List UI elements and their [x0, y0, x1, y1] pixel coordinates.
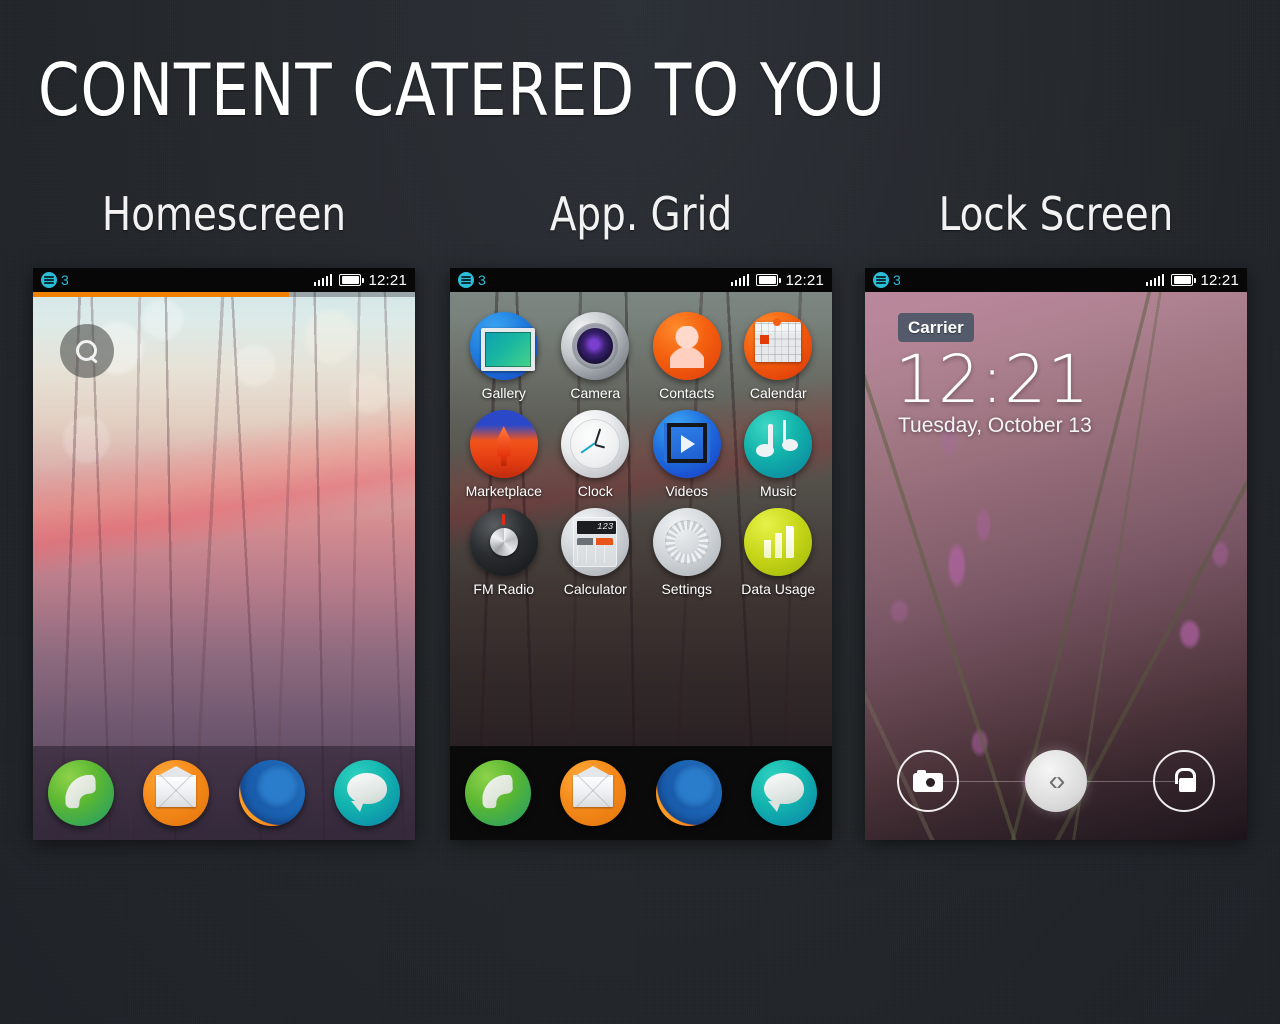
camera-icon — [561, 312, 630, 380]
section-captions: Homescreen App. Grid Lock Screen — [0, 186, 1280, 244]
search-icon — [74, 338, 100, 364]
signal-bars-icon — [313, 274, 333, 286]
app-item-gallery[interactable]: Gallery — [458, 312, 550, 401]
calculator-icon — [561, 508, 630, 576]
page-progress-bar — [33, 292, 415, 297]
status-bar-homescreen: 3 12:21 — [33, 268, 415, 292]
dock-email-icon[interactable] — [143, 760, 210, 826]
app-label: Settings — [661, 581, 713, 597]
app-label: Gallery — [481, 385, 526, 401]
notifications-badge-icon — [873, 272, 889, 288]
app-item-calculator[interactable]: Calculator — [550, 508, 642, 597]
app-item-settings[interactable]: Settings — [641, 508, 733, 597]
dock-phone-icon[interactable] — [47, 760, 114, 826]
page-title: CONTENT CATERED TO YOU — [38, 48, 886, 132]
lock-screen-time: 12:21 — [895, 341, 1091, 418]
carrier-badge: Carrier — [898, 313, 974, 342]
status-right: 12:21 — [1145, 271, 1239, 289]
app-label: Contacts — [659, 385, 715, 401]
settings-icon — [652, 508, 721, 576]
app-label: Data Usage — [741, 581, 816, 597]
app-grid: Gallery Camera Contacts Calendar Marketp… — [450, 302, 832, 597]
notifications-badge-icon — [41, 272, 57, 288]
status-left: 3 — [458, 272, 486, 288]
app-item-calendar[interactable]: Calendar — [733, 312, 825, 401]
app-item-marketplace[interactable]: Marketplace — [458, 410, 550, 499]
phone-lock-screen: 3 12:21 Carrier 12:21 Tuesday, October 1… — [865, 268, 1247, 840]
status-clock: 12:21 — [785, 271, 824, 289]
notification-count: 3 — [61, 272, 69, 288]
status-bar-lock-screen: 3 12:21 — [865, 268, 1247, 292]
app-label: FM Radio — [473, 581, 535, 597]
dock-email-icon[interactable] — [560, 760, 627, 826]
unlock-button[interactable] — [1153, 750, 1215, 812]
app-label: Marketplace — [465, 483, 542, 499]
caption-app-grid: App. Grid — [549, 187, 733, 241]
app-label: Videos — [665, 483, 709, 499]
app-item-contacts[interactable]: Contacts — [641, 312, 733, 401]
data-usage-icon — [744, 508, 813, 576]
clock-icon — [561, 410, 630, 478]
lock-screen-actions: ‹› — [865, 750, 1247, 812]
status-right: 12:21 — [313, 271, 407, 289]
contacts-icon — [652, 312, 721, 380]
app-item-data-usage[interactable]: Data Usage — [733, 508, 825, 597]
unlock-slider-handle[interactable]: ‹› — [1025, 750, 1087, 812]
padlock-unlocked-icon — [1171, 768, 1197, 794]
phone-homescreen: 3 12:21 — [33, 268, 415, 840]
battery-full-icon — [1171, 274, 1197, 286]
unlock-arrows-icon: ‹› — [1048, 765, 1066, 796]
status-left: 3 — [41, 272, 69, 288]
lock-screen-date: Tuesday, October 13 — [898, 414, 1092, 437]
signal-bars-icon — [730, 274, 750, 286]
app-label: Calculator — [563, 581, 627, 597]
status-right: 12:21 — [730, 271, 824, 289]
status-clock: 12:21 — [368, 271, 407, 289]
status-clock: 12:21 — [1200, 271, 1239, 289]
marketplace-icon — [469, 410, 538, 478]
dock-browser-icon[interactable] — [238, 760, 305, 826]
fm-radio-icon — [469, 508, 538, 576]
caption-lock-screen: Lock Screen — [938, 187, 1174, 241]
gallery-icon — [469, 312, 538, 380]
videos-icon — [652, 410, 721, 478]
app-label: Music — [759, 483, 797, 499]
status-bar-app-grid: 3 12:21 — [450, 268, 832, 292]
notification-count: 3 — [893, 272, 901, 288]
status-left: 3 — [873, 272, 901, 288]
search-button[interactable] — [60, 324, 114, 378]
app-item-music[interactable]: Music — [733, 410, 825, 499]
app-item-camera[interactable]: Camera — [550, 312, 642, 401]
music-icon — [744, 410, 813, 478]
phone-app-grid: 3 12:21 Gallery Camera Contacts Calendar… — [450, 268, 832, 840]
notifications-badge-icon — [458, 272, 474, 288]
app-item-clock[interactable]: Clock — [550, 410, 642, 499]
notification-count: 3 — [478, 272, 486, 288]
dock-browser-icon[interactable] — [655, 760, 722, 826]
signal-bars-icon — [1145, 274, 1165, 286]
dock-phone-icon[interactable] — [464, 760, 531, 826]
camera-icon — [913, 770, 943, 792]
dock-messages-icon[interactable] — [751, 760, 818, 826]
camera-shortcut-button[interactable] — [897, 750, 959, 812]
caption-homescreen: Homescreen — [101, 187, 347, 241]
app-label: Calendar — [749, 385, 807, 401]
dock-messages-icon[interactable] — [334, 760, 401, 826]
dock-homescreen — [33, 746, 415, 840]
calendar-icon — [744, 312, 813, 380]
battery-full-icon — [339, 274, 365, 286]
app-label: Camera — [570, 385, 621, 401]
app-label: Clock — [577, 483, 613, 499]
battery-full-icon — [756, 274, 782, 286]
app-item-videos[interactable]: Videos — [641, 410, 733, 499]
app-item-fm-radio[interactable]: FM Radio — [458, 508, 550, 597]
dock-app-grid — [450, 746, 832, 840]
